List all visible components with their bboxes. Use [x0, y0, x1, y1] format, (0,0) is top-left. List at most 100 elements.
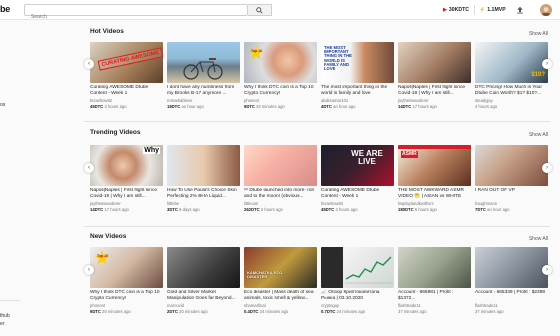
video-thumbnail[interactable]: [475, 247, 548, 288]
video-thumbnail[interactable]: [167, 42, 240, 83]
video-title[interactable]: Curating AWESOME Dtube Content - Week 1: [321, 188, 394, 200]
nav-item-fragment-1[interactable]: os: [0, 102, 5, 108]
video-author[interactable]: remarkablevo: [167, 98, 240, 103]
video-card[interactable]: Account - 666981 | Profit : $1372... fla…: [398, 247, 471, 314]
carousel-next-button[interactable]: ›: [542, 265, 552, 275]
video-author[interactable]: phonent: [244, 98, 317, 103]
video-author[interactable]: steadyjay: [475, 98, 548, 103]
video-title[interactable]: ✂ Dtube launched into more- not and to t…: [244, 188, 317, 200]
video-thumbnail[interactable]: THE MOST IMPORTANT THING IN THE WORLD IS…: [321, 42, 394, 83]
video-card[interactable]: I dont have any numbness from my Brooks …: [167, 42, 240, 109]
video-author[interactable]: kwplaylandkwithsrc: [398, 201, 471, 206]
video-card[interactable]: Top 10 Why I think DTC coin is a Top 10 …: [244, 42, 317, 109]
nav-item-fragment-3[interactable]: er: [0, 321, 4, 327]
search-box[interactable]: [24, 4, 248, 22]
video-time: 6 hours ago: [414, 207, 437, 212]
video-meta: 4 hours ago: [475, 104, 548, 109]
video-title[interactable]: Eco disaster | Mass death of sea animals…: [244, 290, 317, 302]
video-title[interactable]: Napoli|Naples | First flight since Covid…: [90, 188, 163, 200]
video-author[interactable]: shamarfinal: [244, 303, 317, 308]
video-author[interactable]: littlecan: [244, 201, 317, 206]
video-title[interactable]: Account - 666981 | Profit : $1372...: [398, 290, 471, 302]
video-thumbnail[interactable]: [167, 145, 240, 186]
dtc-balance[interactable]: ▶ 30KDTC: [443, 5, 469, 15]
search-input[interactable]: [25, 12, 247, 22]
video-row: Why Napoli|Naples | First flight since C…: [90, 145, 548, 212]
video-thumbnail[interactable]: [398, 247, 471, 288]
video-thumbnail[interactable]: [244, 145, 317, 186]
video-title[interactable]: Curating AWESOME Dtube Content - Week 1: [90, 85, 163, 97]
video-card[interactable]: 📈 Обзор Криптокапитала Рынка | 03.10.202…: [321, 247, 394, 314]
video-author[interactable]: knowhow92: [321, 201, 394, 206]
video-thumbnail[interactable]: Why: [90, 145, 163, 186]
search-button[interactable]: [248, 4, 272, 16]
carousel-prev-button[interactable]: ‹: [84, 265, 94, 275]
video-author[interactable]: knowhow92: [90, 98, 163, 103]
video-title[interactable]: I dont have any numbness from my Brooks …: [167, 85, 240, 97]
thumbnail-overlay-text: CURATING AWESOME: [97, 47, 163, 71]
video-card[interactable]: How To Use Paula's Choice Skin Perfectin…: [167, 145, 240, 212]
video-author[interactable]: joytheswanderer: [398, 98, 471, 103]
video-thumbnail[interactable]: ASMR: [398, 145, 471, 186]
app-logo[interactable]: be: [0, 4, 10, 14]
video-author[interactable]: phonent: [90, 303, 163, 308]
video-thumbnail[interactable]: [167, 247, 240, 288]
video-thumbnail[interactable]: Top 10: [244, 42, 317, 83]
video-title[interactable]: Gold and Silver Market Manipulation Goes…: [167, 290, 240, 302]
video-card[interactable]: THE MOST IMPORTANT THING IN THE WORLD IS…: [321, 42, 394, 109]
video-thumbnail[interactable]: CURATING AWESOME: [90, 42, 163, 83]
video-author[interactable]: marcovid: [167, 303, 240, 308]
carousel-prev-button[interactable]: ‹: [84, 163, 94, 173]
show-all-link[interactable]: Show All: [529, 132, 548, 138]
video-title[interactable]: THE MOST AWKWARD ASMR VIDEO 😬 | ASIAN vs…: [398, 188, 471, 200]
video-title[interactable]: Why I think DTC coin is a Top 10 Crypto …: [244, 85, 317, 97]
vp-balance[interactable]: ⚡ 1.1MVP: [479, 5, 506, 15]
video-card[interactable]: $10? DTC Pricing! How Much is Your Dtube…: [475, 42, 548, 109]
video-card[interactable]: CURATING AWESOME Curating AWESOME Dtube …: [90, 42, 163, 109]
video-author[interactable]: haughmann: [475, 201, 548, 206]
video-card[interactable]: Why Napoli|Naples | First flight since C…: [90, 145, 163, 212]
video-author[interactable]: joytheswanderer: [90, 201, 163, 206]
video-thumbnail[interactable]: KAMCHATKA ECO DISASTER: [244, 247, 317, 288]
upload-button[interactable]: [515, 5, 525, 15]
video-title[interactable]: How To Use Paula's Choice Skin Perfectin…: [167, 188, 240, 200]
video-thumbnail[interactable]: [475, 145, 548, 186]
carousel-prev-button[interactable]: ‹: [84, 59, 94, 69]
play-icon: ▶: [443, 7, 447, 13]
nav-item-fragment-2[interactable]: thub: [0, 313, 10, 319]
show-all-link[interactable]: Show All: [529, 31, 548, 37]
video-title[interactable]: I RAN OUT OF VP: [475, 188, 548, 200]
video-card[interactable]: KAMCHATKA ECO DISASTER Eco disaster | Ma…: [244, 247, 317, 314]
video-card[interactable]: ASMR THE MOST AWKWARD ASMR VIDEO 😬 | ASI…: [398, 145, 471, 212]
video-thumbnail[interactable]: WE ARE LIVE: [321, 145, 394, 186]
video-thumbnail[interactable]: [398, 42, 471, 83]
video-title[interactable]: DTC Pricing! How Much is Your Dtube Coin…: [475, 85, 548, 97]
video-time: 17 hours ago: [412, 104, 437, 109]
video-card[interactable]: Account - 665339 | Profit : $2388 flasht…: [475, 247, 548, 314]
carousel-next-button[interactable]: ›: [542, 163, 552, 173]
video-card[interactable]: I RAN OUT OF VP haughmann 7DTC an hour a…: [475, 145, 548, 212]
avatar[interactable]: [540, 4, 552, 16]
section-divider: [84, 121, 550, 122]
video-thumbnail[interactable]: [321, 247, 394, 288]
show-all-link[interactable]: Show All: [529, 236, 548, 242]
video-author[interactable]: littlebe: [167, 201, 240, 206]
video-card[interactable]: ✂ Dtube launched into more- not and to t…: [244, 145, 317, 212]
video-author[interactable]: flashtrade11: [398, 303, 471, 308]
video-thumbnail[interactable]: Top 10: [90, 247, 163, 288]
video-title[interactable]: Account - 665339 | Profit : $2388: [475, 290, 548, 302]
video-author[interactable]: alaiksumar101: [321, 98, 394, 103]
carousel-next-button[interactable]: ›: [542, 59, 552, 69]
video-title[interactable]: The most important thing in the world is…: [321, 85, 394, 97]
video-author[interactable]: flashtrade11: [475, 303, 548, 308]
video-thumbnail[interactable]: $10?: [475, 42, 548, 83]
video-card[interactable]: Gold and Silver Market Manipulation Goes…: [167, 247, 240, 314]
video-value: 19DTC: [167, 104, 181, 109]
video-card[interactable]: Napoli|Naples | First flight since Covid…: [398, 42, 471, 109]
video-card[interactable]: WE ARE LIVE Curating AWESOME Dtube Conte…: [321, 145, 394, 212]
video-title[interactable]: Napoli|Naples | First flight since Covid…: [398, 85, 471, 97]
video-title[interactable]: 📈 Обзор Криптокапитала Рынка | 03.10.202…: [321, 290, 394, 302]
video-title[interactable]: Why I think DTC coin is a Top 10 Crypto …: [90, 290, 163, 302]
video-author[interactable]: cryptoguy: [321, 303, 394, 308]
video-card[interactable]: Top 10 Why I think DTC coin is a Top 10 …: [90, 247, 163, 314]
